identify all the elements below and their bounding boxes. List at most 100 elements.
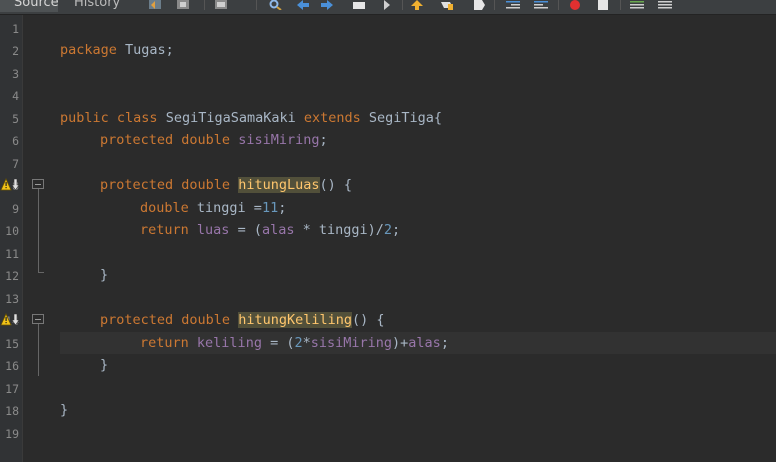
method-name: hitungLuas [238, 177, 320, 193]
shift-right-icon[interactable] [534, 0, 548, 10]
line-number: 16 [5, 359, 19, 373]
keyword: return [140, 222, 189, 238]
code-line-2: package Tugas; [60, 39, 174, 61]
code-text: tinggi = [188, 200, 262, 216]
run-macro-icon[interactable] [440, 0, 454, 10]
code-line-14: protected double hitungKeliling() { [100, 309, 385, 331]
field-name: alas [408, 335, 441, 351]
code-text: Tugas; [116, 42, 174, 58]
line-number: 7 [12, 157, 19, 171]
fold-end-marker [38, 272, 44, 273]
code-text: * [302, 335, 311, 351]
line-number: 15 [5, 337, 19, 351]
find-icon[interactable] [268, 0, 282, 10]
field-name: alas [261, 222, 295, 238]
keyword: protected [100, 312, 174, 328]
fold-collapse-icon[interactable] [32, 179, 44, 189]
uncomment-icon[interactable] [658, 0, 672, 10]
keyword: protected [100, 177, 174, 193]
code-line-10: return luas = (alas * tinggi)/2; [140, 219, 400, 241]
code-text: = ( [229, 222, 262, 238]
method-name: hitungKeliling [238, 312, 353, 328]
keyword: extends [303, 110, 361, 126]
shift-left-icon[interactable] [506, 0, 520, 10]
field-name: sisiMiring [238, 132, 320, 148]
number-literal: 11 [261, 200, 279, 216]
code-text: () { [319, 177, 353, 193]
code-text: )+ [392, 335, 409, 351]
number-literal: 2 [294, 335, 303, 351]
keyword: double [140, 200, 189, 216]
field-name: keliling [196, 335, 262, 351]
history-forward-icon[interactable] [176, 0, 190, 10]
code-text: SegiTigaSamaKaki [157, 110, 304, 126]
code-text: () { [352, 312, 385, 328]
code-text: SegiTiga{ [360, 110, 443, 126]
next-bookmark-icon[interactable] [472, 0, 486, 10]
tab-source[interactable]: Source [0, 0, 59, 12]
line-number: 4 [12, 89, 19, 103]
code-text: } [60, 402, 69, 418]
keyword: double [181, 132, 231, 148]
line-number: 12 [5, 269, 19, 283]
line-number: 3 [12, 67, 19, 81]
comment-icon[interactable] [630, 0, 644, 10]
keyword: package [60, 42, 117, 58]
field-name: sisiMiring [310, 335, 393, 351]
line-number: 19 [5, 427, 19, 441]
code-line-15: return keliling = (2*sisiMiring)+alas; [140, 332, 449, 354]
code-line-16: } [100, 354, 108, 376]
line-number: 10 [5, 224, 19, 238]
tab-history[interactable]: History [60, 0, 124, 12]
code-text: * tinggi)/ [294, 222, 384, 238]
keyword: double [181, 177, 231, 193]
prev-edit-icon[interactable] [214, 0, 228, 10]
code-text: ; [319, 132, 328, 148]
line-number: 18 [5, 404, 19, 418]
keyword: public [60, 110, 109, 126]
line-number: 17 [5, 382, 19, 396]
code-text: ; [278, 200, 287, 216]
editor-toolbar: Source History [0, 0, 776, 15]
code-line-8: protected double hitungLuas() { [100, 174, 352, 196]
line-number: 13 [5, 292, 19, 306]
override-warning-icon[interactable] [0, 312, 20, 326]
code-line-6: protected double sisiMiring; [100, 129, 328, 151]
keyword: class [116, 110, 158, 126]
code-editor[interactable]: package Tugas; public class SegiTigaSama… [55, 15, 776, 462]
next-occurrence-icon[interactable] [320, 0, 334, 10]
override-warning-icon[interactable] [0, 177, 20, 191]
line-number: 6 [12, 134, 19, 148]
fold-guide-line [38, 189, 39, 272]
field-name: luas [196, 222, 230, 238]
toggle-highlight-icon[interactable] [352, 0, 366, 10]
keyword: double [181, 312, 231, 328]
line-number: 5 [12, 112, 19, 126]
fold-collapse-icon[interactable] [32, 314, 44, 324]
start-recording-icon[interactable] [568, 0, 582, 10]
code-line-12: } [100, 264, 108, 286]
stop-recording-icon[interactable] [596, 0, 610, 10]
code-line-5: public class SegiTigaSamaKaki extends Se… [60, 107, 442, 129]
code-line-18: } [60, 399, 68, 421]
select-icon[interactable] [380, 0, 394, 10]
keyword: return [140, 335, 189, 351]
line-number: 9 [12, 202, 19, 216]
toggle-bookmark-icon[interactable] [410, 0, 424, 10]
code-text: = ( [261, 335, 295, 351]
history-back-icon[interactable] [148, 0, 162, 10]
code-text: ; [392, 222, 401, 238]
fold-guide-line [38, 324, 39, 376]
code-line-9: double tinggi =11; [140, 197, 286, 219]
code-text: } [100, 267, 109, 283]
prev-occurrence-icon[interactable] [296, 0, 310, 10]
number-literal: 2 [383, 222, 393, 238]
code-text: ; [440, 335, 449, 351]
keyword: protected [100, 132, 174, 148]
